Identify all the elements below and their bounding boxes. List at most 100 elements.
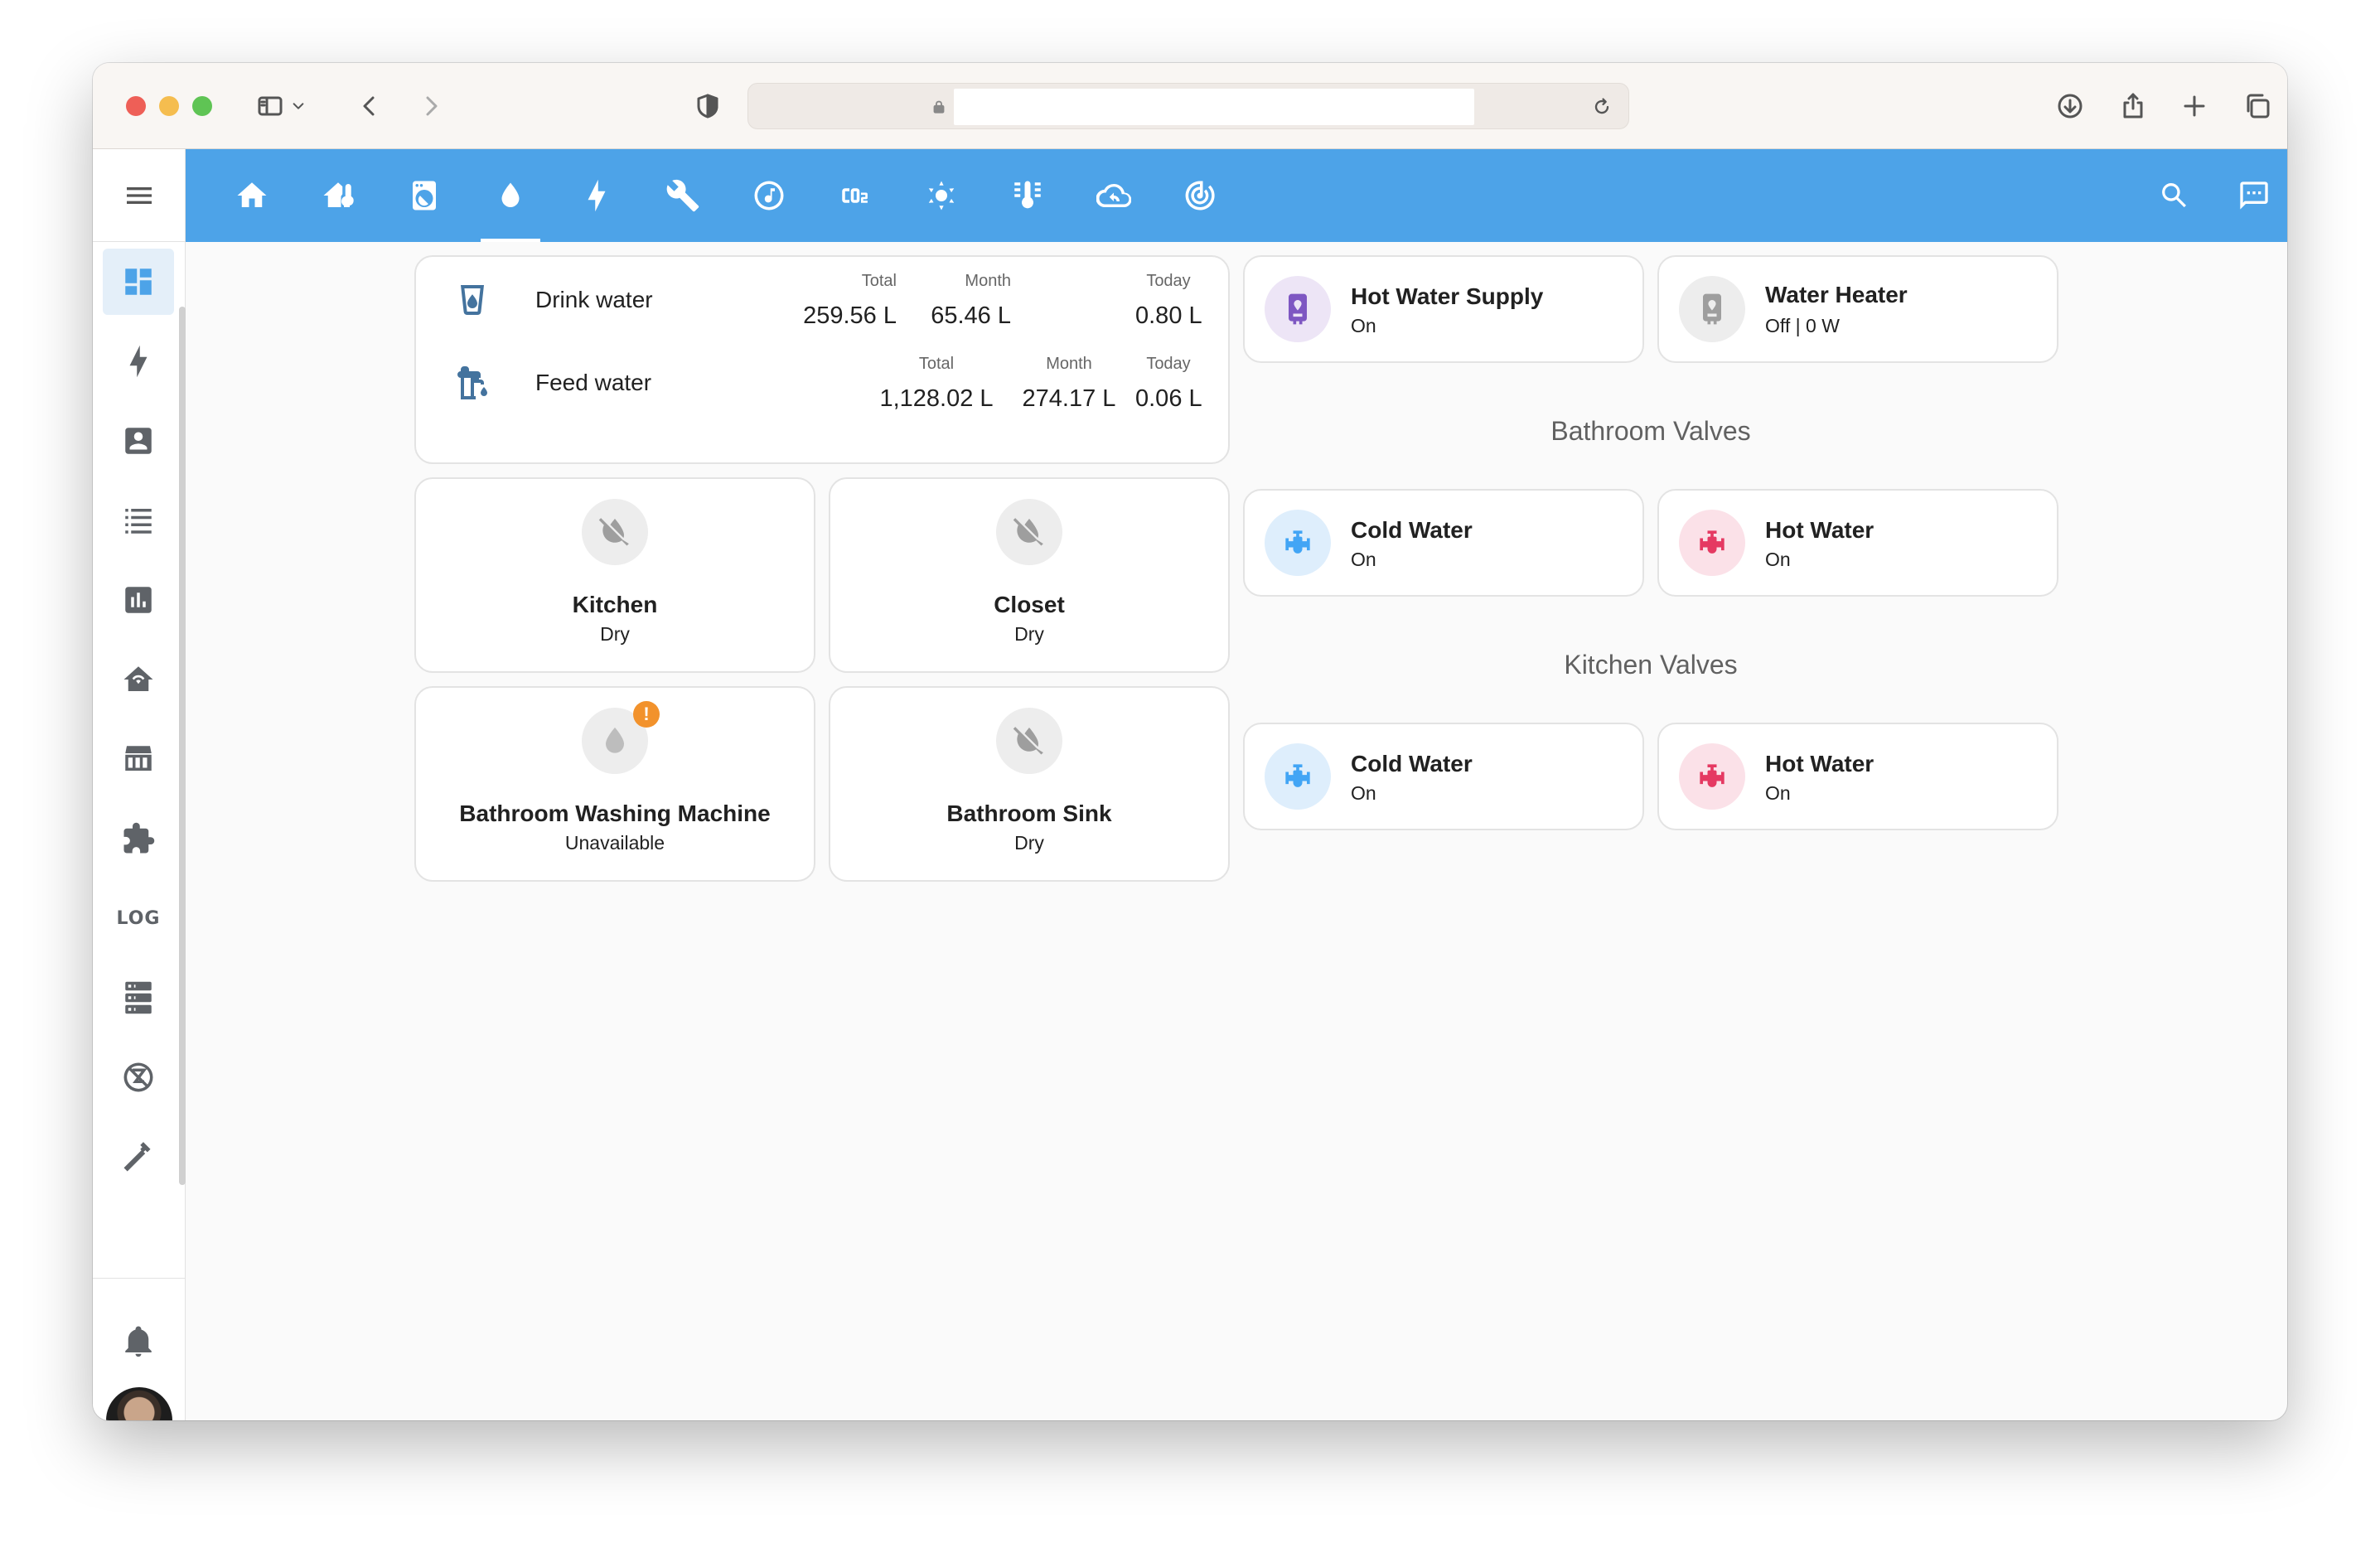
valve-icon [1679, 743, 1745, 810]
sidebar-item-integrations[interactable] [103, 805, 174, 872]
tile-name: Cold Water [1351, 751, 1473, 776]
tab-air-quality[interactable] [825, 149, 885, 242]
water-usage-row[interactable]: Drink water Total 259.56 L Month 65.46 L… [416, 257, 1228, 340]
heater-tile[interactable]: Water Heater Off | 0 W [1657, 255, 2058, 363]
menu-icon [127, 186, 152, 204]
co2-icon [842, 188, 868, 203]
browser-window: LOG Drink water Total 259.56 L Month 65.… [93, 63, 2287, 1420]
lightning-bolt-icon [588, 179, 606, 212]
tab-home[interactable] [222, 149, 282, 242]
wrench-icon [666, 179, 699, 212]
hammer-icon [123, 1142, 151, 1172]
sidebar-item-zwave[interactable] [103, 1044, 174, 1110]
tab-weather[interactable] [912, 149, 971, 242]
water-usage-card: Drink water Total 259.56 L Month 65.46 L… [414, 255, 1230, 464]
tab-maintenance[interactable] [653, 149, 713, 242]
tab-water[interactable] [481, 149, 540, 242]
tile-name: Closet [994, 592, 1065, 617]
sidebar-scrollbar[interactable] [179, 307, 186, 1185]
minimize-window-button[interactable] [159, 96, 179, 116]
water-boiler-icon [1265, 276, 1331, 342]
hacs-icon [125, 746, 152, 771]
server-icon [125, 981, 152, 1014]
search-button[interactable] [2145, 149, 2204, 242]
washing-machine-icon [413, 181, 436, 210]
sidebar-item-overview[interactable] [103, 249, 174, 315]
valve-tile[interactable]: Cold Water On [1243, 723, 1644, 830]
zoom-window-button[interactable] [192, 96, 212, 116]
sidebar-item-energy[interactable] [103, 328, 174, 394]
water-off-icon [996, 499, 1062, 565]
valve-tile[interactable]: Cold Water On [1243, 489, 1644, 597]
dashboard-icon [125, 268, 152, 295]
sidebar-item-server[interactable] [103, 965, 174, 1031]
month-stat: Month 274.17 L [1022, 355, 1116, 412]
tile-state: Dry [1014, 832, 1044, 854]
tabs-overview-icon[interactable] [2241, 89, 2274, 123]
tile-state: On [1351, 315, 1376, 336]
tile-name: Kitchen [572, 592, 658, 617]
forward-icon[interactable] [414, 89, 447, 123]
download-icon[interactable] [2053, 89, 2087, 123]
home-thermometer-icon [323, 182, 354, 207]
tile-state: Off | 0 W [1765, 315, 1840, 336]
address-bar[interactable] [747, 83, 1629, 129]
valve-icon [1265, 510, 1331, 576]
close-window-button[interactable] [126, 96, 146, 116]
share-icon[interactable] [2116, 89, 2150, 123]
tile-name: Water Heater [1765, 282, 1908, 307]
assist-icon [2240, 181, 2268, 210]
heater-tile[interactable]: Hot Water Supply On [1243, 255, 1644, 363]
shield-icon[interactable] [691, 89, 724, 123]
tile-name: Hot Water Supply [1351, 283, 1544, 309]
tab-radar[interactable] [1170, 149, 1230, 242]
sidebar-item-history[interactable] [103, 567, 174, 633]
menu-button[interactable] [93, 149, 186, 242]
leak-sensor-tile[interactable]: Closet Dry [829, 477, 1230, 673]
list-icon [125, 509, 152, 534]
user-avatar[interactable] [106, 1387, 172, 1420]
puzzle-icon [123, 822, 155, 854]
sidebar-item-hacs[interactable] [103, 726, 174, 792]
url-field[interactable] [954, 89, 1474, 125]
reload-icon[interactable] [1585, 90, 1618, 123]
dashboard-header [186, 149, 2287, 242]
tab-laundry[interactable] [394, 149, 454, 242]
home-network-icon [123, 666, 153, 691]
new-tab-icon[interactable] [2178, 89, 2211, 123]
tab-climate[interactable] [308, 149, 368, 242]
water-pump-icon [452, 363, 492, 403]
assist-button[interactable] [2224, 149, 2284, 242]
leak-sensor-tile[interactable]: Kitchen Dry [414, 477, 815, 673]
tab-energy[interactable] [567, 149, 626, 242]
sun-wireless-icon [928, 181, 955, 210]
valve-tile[interactable]: Hot Water On [1657, 489, 2058, 597]
cup-water-icon [452, 280, 492, 320]
sidebar-item-home-network[interactable] [103, 646, 174, 713]
tile-name: Cold Water [1351, 517, 1473, 543]
sidebar-item-log[interactable]: LOG [103, 885, 174, 951]
sidebar-item-logbook[interactable] [103, 487, 174, 554]
leak-sensor-tile[interactable]: Bathroom Sink Dry [829, 686, 1230, 882]
sidebar-item-map[interactable] [103, 408, 174, 474]
back-icon[interactable] [353, 89, 386, 123]
tile-name: Hot Water [1765, 751, 1874, 776]
valve-tile[interactable]: Hot Water On [1657, 723, 2058, 830]
tile-name: Bathroom Sink [946, 801, 1112, 826]
browser-toolbar [93, 63, 2287, 149]
leak-sensor-tile[interactable]: ! Bathroom Washing Machine Unavailable [414, 686, 815, 882]
tab-temperature[interactable] [998, 149, 1057, 242]
section-title-bathroom: Bathroom Valves [1550, 416, 1751, 446]
sidebar-toggle-icon[interactable] [254, 89, 287, 123]
chevron-down-icon[interactable] [287, 89, 310, 123]
sidebar-item-developer-tools[interactable] [103, 1124, 174, 1190]
sidebar-item-notifications[interactable] [103, 1308, 174, 1374]
home-icon [237, 182, 267, 207]
log-label: LOG [116, 907, 161, 929]
music-note-icon [754, 181, 784, 210]
water-usage-row[interactable]: Feed water Total 1,128.02 L Month 274.17… [416, 340, 1228, 423]
tab-media[interactable] [739, 149, 799, 242]
tile-state: On [1351, 782, 1376, 804]
water-usage-name: Feed water [535, 370, 652, 395]
tab-cloud[interactable] [1084, 149, 1144, 242]
